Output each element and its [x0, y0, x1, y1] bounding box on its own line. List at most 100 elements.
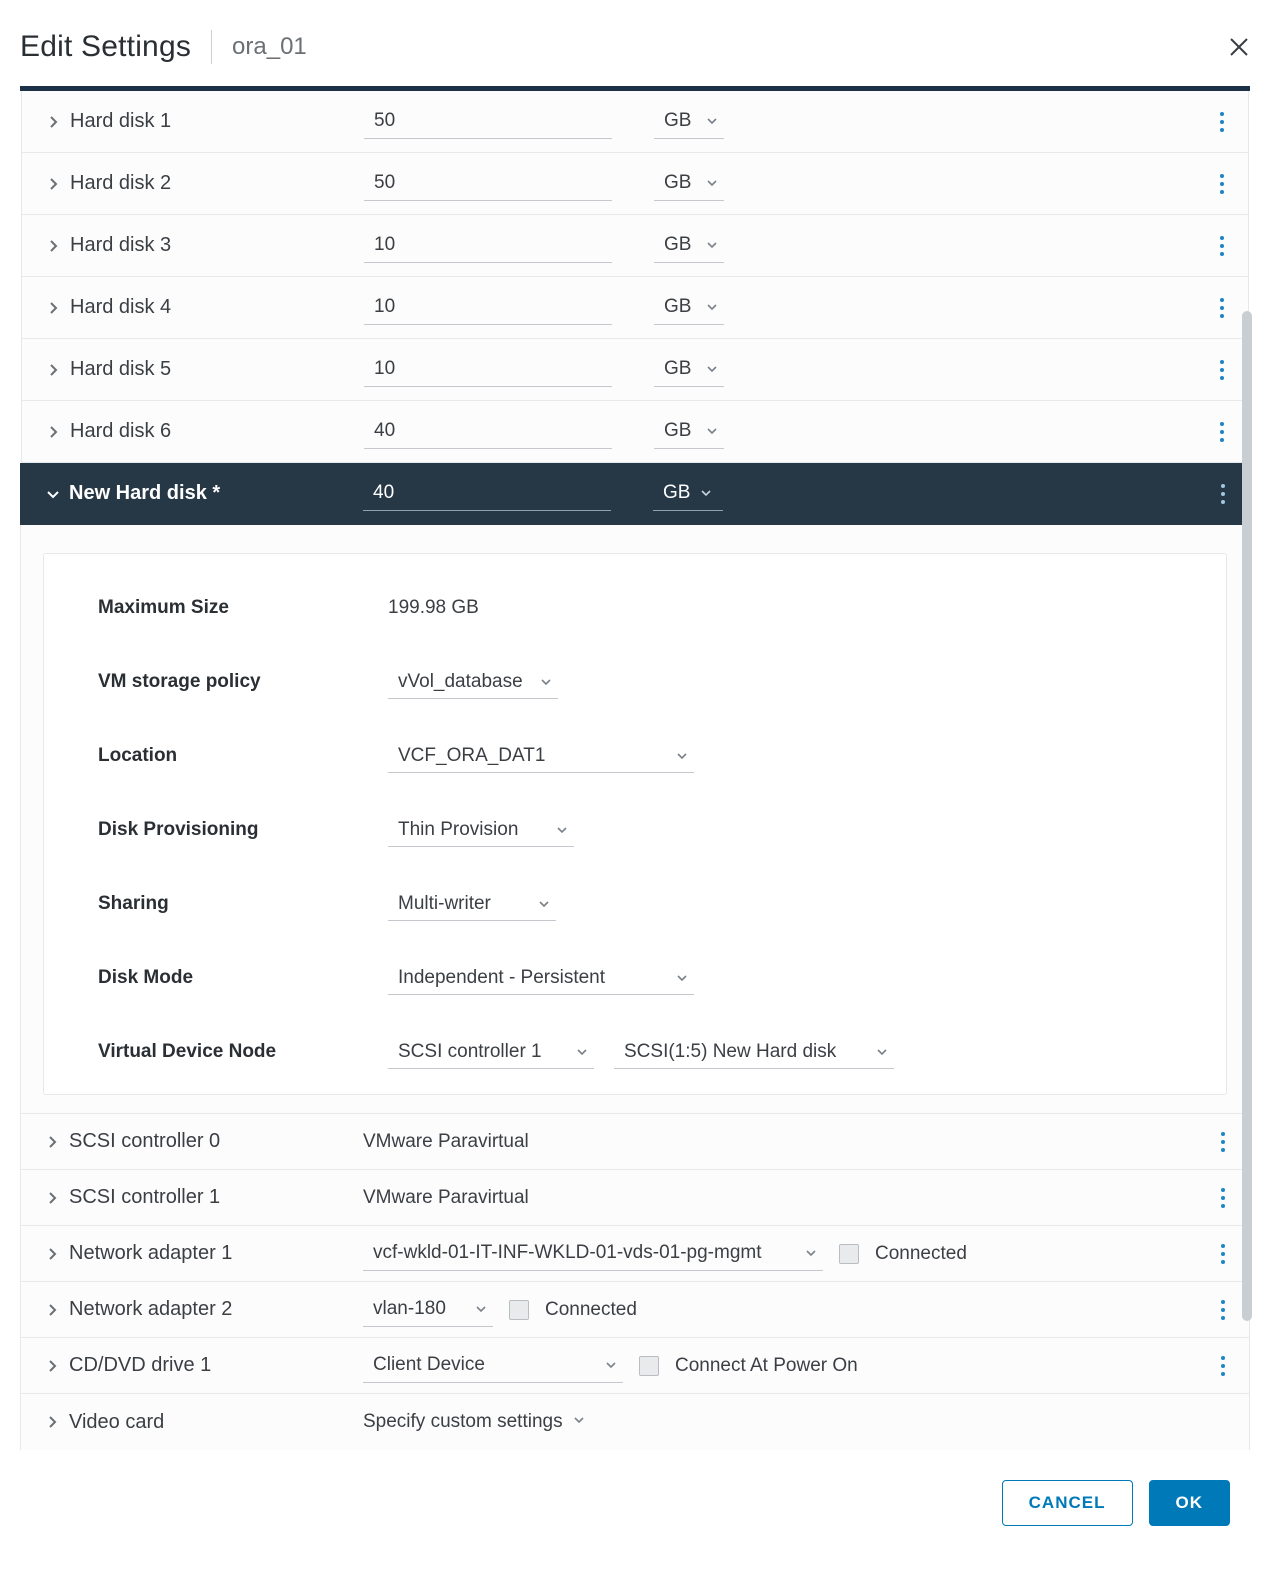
chevron-right-icon[interactable] — [46, 425, 68, 439]
scrollbar-thumb[interactable] — [1242, 311, 1252, 1321]
dialog-title: Edit Settings — [20, 30, 191, 64]
close-icon[interactable] — [1228, 36, 1250, 58]
row-hard-disk-6[interactable]: Hard disk 6GB — [21, 401, 1249, 463]
new-disk-unit-select[interactable]: GB — [653, 477, 723, 511]
row-hard-disk-4[interactable]: Hard disk 4GB — [21, 277, 1249, 339]
hard-disk-label: Hard disk 3 — [70, 234, 171, 257]
chevron-down-icon — [475, 1303, 487, 1315]
net2-select[interactable]: vlan-180 — [363, 1293, 493, 1327]
hard-disk-label: Hard disk 2 — [70, 172, 171, 195]
location-label: Location — [98, 745, 388, 767]
net1-connected-checkbox[interactable] — [839, 1244, 859, 1264]
hard-disk-unit-select[interactable]: GB — [654, 291, 724, 325]
row-actions-button[interactable] — [1211, 1244, 1235, 1264]
kebab-icon — [1221, 484, 1225, 504]
row-cd-dvd-drive-1[interactable]: CD/DVD drive 1 Client Device Connect At … — [20, 1338, 1250, 1394]
chevron-right-icon[interactable] — [45, 1135, 67, 1149]
chevron-down-icon — [676, 972, 688, 984]
chevron-right-icon[interactable] — [46, 177, 68, 191]
hard-disk-unit-select[interactable]: GB — [654, 105, 724, 139]
storage-policy-label: VM storage policy — [98, 671, 388, 693]
scrollbar[interactable] — [1242, 91, 1252, 1458]
vdn-label: Virtual Device Node — [98, 1041, 388, 1063]
row-actions-button[interactable] — [1210, 360, 1234, 380]
chevron-right-icon[interactable] — [45, 1359, 67, 1373]
row-new-hard-disk[interactable]: New Hard disk * GB — [20, 463, 1250, 525]
hard-disk-unit-select[interactable]: GB — [654, 229, 724, 263]
provisioning-select[interactable]: Thin Provision — [388, 813, 574, 847]
hard-disk-unit-select[interactable]: GB — [654, 167, 724, 201]
chevron-right-icon[interactable] — [45, 1247, 67, 1261]
net2-connected-checkbox[interactable] — [509, 1300, 529, 1320]
chevron-down-icon — [700, 487, 722, 499]
storage-policy-select[interactable]: vVol_database — [388, 665, 558, 699]
row-actions-button[interactable] — [1210, 298, 1234, 318]
row-actions-button[interactable] — [1211, 1188, 1235, 1208]
kebab-icon — [1220, 112, 1224, 132]
row-video-card[interactable]: Video card Specify custom settings — [20, 1394, 1250, 1450]
net1-label: Network adapter 1 — [69, 1242, 232, 1265]
row-actions-button[interactable] — [1211, 1356, 1235, 1376]
hard-disk-size-input[interactable] — [364, 229, 612, 263]
vdn-controller-select[interactable]: SCSI controller 1 — [388, 1035, 594, 1069]
chevron-right-icon[interactable] — [45, 1191, 67, 1205]
provisioning-label: Disk Provisioning — [98, 819, 388, 841]
cd-poweron-label: Connect At Power On — [675, 1355, 858, 1377]
row-actions-button[interactable] — [1210, 236, 1234, 256]
hard-disk-size-input[interactable] — [364, 105, 612, 139]
row-actions-button[interactable] — [1211, 1300, 1235, 1320]
cd-select[interactable]: Client Device — [363, 1349, 623, 1383]
row-hard-disk-3[interactable]: Hard disk 3 GB — [21, 215, 1249, 277]
ok-button[interactable]: OK — [1149, 1480, 1231, 1526]
scsi1-value: VMware Paravirtual — [363, 1187, 529, 1209]
new-disk-size-input[interactable] — [363, 477, 611, 511]
kebab-icon — [1220, 422, 1224, 442]
chevron-right-icon[interactable] — [45, 1415, 67, 1429]
row-hard-disk-5[interactable]: Hard disk 5GB — [21, 339, 1249, 401]
chevron-down-icon — [706, 177, 718, 189]
chevron-down-icon — [706, 301, 718, 313]
chevron-right-icon[interactable] — [46, 363, 68, 377]
chevron-down-icon — [573, 1413, 585, 1431]
chevron-down-icon — [538, 898, 550, 910]
chevron-right-icon[interactable] — [45, 1303, 67, 1317]
hard-disk-unit-select[interactable]: GB — [654, 353, 724, 387]
vdn-slot-select[interactable]: SCSI(1:5) New Hard disk — [614, 1035, 894, 1069]
chevron-down-icon — [706, 239, 718, 251]
chevron-right-icon[interactable] — [46, 301, 68, 315]
hard-disk-label: Hard disk 1 — [70, 110, 171, 133]
hard-disk-size-input[interactable] — [364, 291, 612, 325]
row-actions-button[interactable] — [1210, 174, 1234, 194]
hard-disk-size-input[interactable] — [364, 167, 612, 201]
hard-disk-size-input[interactable] — [364, 353, 612, 387]
row-actions-button[interactable] — [1210, 422, 1234, 442]
net1-select[interactable]: vcf-wkld-01-IT-INF-WKLD-01-vds-01-pg-mgm… — [363, 1237, 823, 1271]
location-select[interactable]: VCF_ORA_DAT1 — [388, 739, 694, 773]
new-disk-label: New Hard disk * — [69, 482, 220, 505]
cd-poweron-checkbox[interactable] — [639, 1356, 659, 1376]
max-size-label: Maximum Size — [98, 597, 388, 619]
chevron-down-icon — [676, 750, 688, 762]
chevron-down-icon — [706, 115, 718, 127]
sharing-select[interactable]: Multi-writer — [388, 887, 556, 921]
chevron-right-icon[interactable] — [46, 115, 68, 129]
row-actions-button[interactable] — [1210, 112, 1234, 132]
chevron-right-icon[interactable] — [46, 239, 68, 253]
dialog-subtitle: ora_01 — [232, 33, 307, 61]
row-hard-disk-1[interactable]: Hard disk 1 GB — [21, 91, 1249, 153]
row-actions-button[interactable] — [1211, 484, 1235, 504]
hard-disk-unit-select[interactable]: GB — [654, 415, 724, 449]
row-network-adapter-2[interactable]: Network adapter 2 vlan-180 Connected — [20, 1282, 1250, 1338]
row-hard-disk-2[interactable]: Hard disk 2 GB — [21, 153, 1249, 215]
row-scsi-controller-1[interactable]: SCSI controller 1 VMware Paravirtual — [20, 1170, 1250, 1226]
hard-disk-size-input[interactable] — [364, 415, 612, 449]
row-network-adapter-1[interactable]: Network adapter 1 vcf-wkld-01-IT-INF-WKL… — [20, 1226, 1250, 1282]
row-actions-button[interactable] — [1211, 1132, 1235, 1152]
chevron-down-icon[interactable] — [45, 486, 67, 502]
chevron-down-icon — [576, 1046, 588, 1058]
disk-mode-select[interactable]: Independent - Persistent — [388, 961, 694, 995]
new-disk-panel: Maximum Size 199.98 GB VM storage policy… — [20, 525, 1250, 1114]
row-scsi-controller-0[interactable]: SCSI controller 0 VMware Paravirtual — [20, 1114, 1250, 1170]
cancel-button[interactable]: CANCEL — [1002, 1480, 1133, 1526]
kebab-icon — [1221, 1244, 1225, 1264]
